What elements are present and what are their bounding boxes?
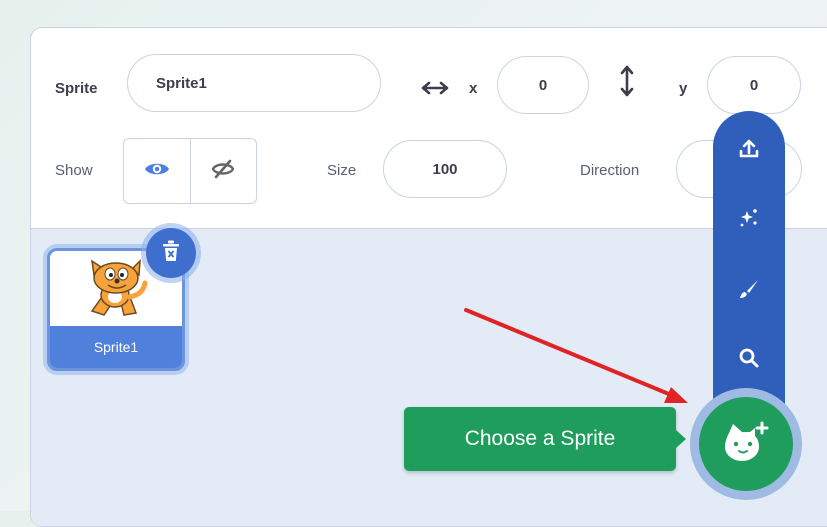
x-input[interactable]: 0	[497, 56, 589, 114]
sprite-choice-menu	[713, 111, 785, 411]
direction-label: Direction	[580, 162, 640, 179]
size-input[interactable]: 100	[383, 140, 507, 198]
y-label: y	[679, 80, 688, 97]
cat-sprite-icon	[80, 257, 150, 328]
sprite-info-panel: Sprite Sprite1 x 0 y 0 Show Size 100 Dir…	[31, 28, 827, 228]
sprite-name-input[interactable]: Sprite1	[127, 54, 381, 112]
search-sprite-button[interactable]	[713, 340, 785, 380]
search-icon	[738, 347, 760, 374]
choose-sprite-tooltip: Choose a Sprite	[404, 407, 686, 471]
show-hidden-button[interactable]	[191, 139, 257, 203]
sprite-label: Sprite	[55, 80, 98, 97]
upload-icon	[738, 138, 760, 165]
show-label: Show	[55, 162, 93, 179]
x-arrows-icon	[421, 80, 449, 101]
surprise-sprite-button[interactable]	[713, 200, 785, 240]
show-visible-button[interactable]	[124, 139, 191, 203]
show-toggle	[123, 138, 257, 204]
choose-sprite-button[interactable]	[690, 388, 802, 500]
upload-sprite-button[interactable]	[713, 131, 785, 171]
size-label: Size	[327, 162, 357, 179]
paintbrush-icon	[738, 278, 760, 305]
cat-plus-icon	[723, 421, 769, 468]
delete-sprite-button[interactable]	[146, 228, 196, 278]
x-label: x	[469, 80, 478, 97]
choose-sprite-button-inner	[699, 397, 793, 491]
sparkle-icon	[738, 207, 760, 234]
paint-sprite-button[interactable]	[713, 271, 785, 311]
eye-hidden-icon	[211, 157, 235, 186]
sprite-thumbnail-label: Sprite1	[50, 326, 182, 368]
trash-icon	[160, 239, 182, 268]
y-input[interactable]: 0	[707, 56, 801, 114]
y-arrows-icon	[619, 64, 635, 103]
eye-icon	[144, 160, 170, 183]
